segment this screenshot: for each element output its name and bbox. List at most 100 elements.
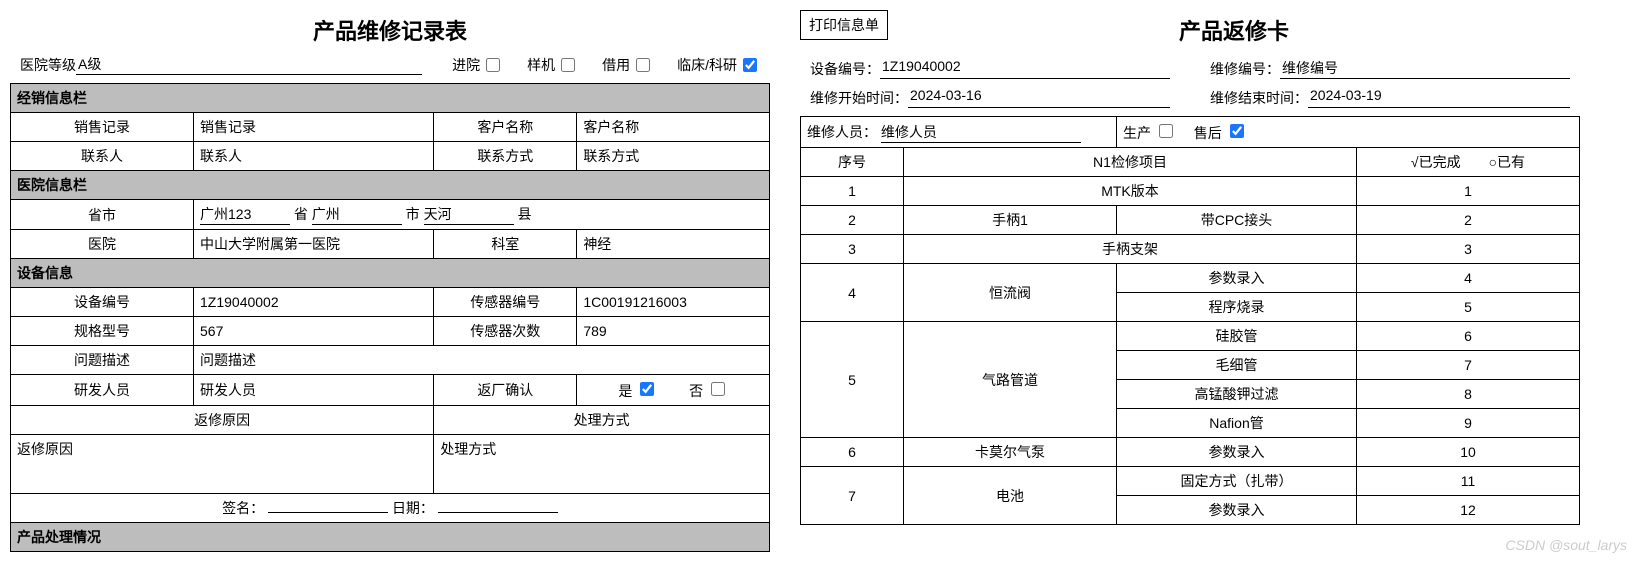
ck-clinical-label: 临床/科研 bbox=[677, 55, 737, 75]
hospital-level-label: 医院等级 bbox=[20, 55, 76, 75]
ck-yes[interactable] bbox=[640, 382, 654, 396]
lbl-contact-way: 联系方式 bbox=[434, 142, 577, 171]
lbl-problem: 问题描述 bbox=[11, 346, 194, 375]
val-region: 广州123 省 广州 市 天河 县 bbox=[194, 200, 770, 230]
region-prov: 广州 bbox=[312, 204, 402, 225]
ck-enter-label: 进院 bbox=[452, 55, 480, 75]
seq-cell: 6 bbox=[801, 438, 904, 467]
seq-cell: 1 bbox=[801, 177, 904, 206]
region-city: 天河 bbox=[424, 204, 514, 225]
val-hospital: 中山大学附属第一医院 bbox=[194, 230, 434, 259]
lbl-sensor-no: 传感器编号 bbox=[434, 288, 577, 317]
right-title: 产品返修卡 bbox=[888, 14, 1580, 46]
val-contact-way: 联系方式 bbox=[577, 142, 770, 171]
ck-proto-label: 样机 bbox=[527, 55, 555, 75]
item-cell: 固定方式（扎带） bbox=[1117, 467, 1357, 496]
status-cell: 11 bbox=[1357, 467, 1580, 496]
lbl-customer: 客户名称 bbox=[434, 113, 577, 142]
item-cell: 程序烧录 bbox=[1117, 293, 1357, 322]
r-val-device-no: 1Z19040002 bbox=[880, 58, 1170, 79]
r-val-repair-person: 维修人员 bbox=[881, 122, 1081, 143]
sec-product-handle: 产品处理情况 bbox=[11, 523, 770, 552]
item-cell: 参数录入 bbox=[1117, 496, 1357, 525]
lbl-region: 省市 bbox=[11, 200, 194, 230]
r-lbl-device-no: 设备编号： bbox=[810, 59, 880, 79]
r-val-start: 2024-03-16 bbox=[908, 87, 1170, 108]
lbl-sensor-count: 传感器次数 bbox=[434, 317, 577, 346]
r-lbl-repair-no: 维修编号： bbox=[1210, 59, 1280, 79]
r-lbl-after: 售后 bbox=[1194, 125, 1222, 141]
region-code: 广州123 bbox=[200, 204, 290, 225]
group-cell: 电池 bbox=[904, 467, 1117, 525]
status-cell: 3 bbox=[1357, 235, 1580, 264]
ck-enter[interactable] bbox=[486, 58, 500, 72]
status-cell: 9 bbox=[1357, 409, 1580, 438]
val-device-no: 1Z19040002 bbox=[194, 288, 434, 317]
lbl-department: 科室 bbox=[434, 230, 577, 259]
r-lbl-end: 维修结束时间： bbox=[1210, 88, 1308, 108]
r-lbl-produce: 生产 bbox=[1123, 125, 1151, 141]
left-title: 产品维修记录表 bbox=[10, 14, 770, 46]
val-sales-record: 销售记录 bbox=[194, 113, 434, 142]
group-cell: 恒流阀 bbox=[904, 264, 1117, 322]
return-confirm-option: 是 否 bbox=[577, 375, 770, 406]
val-rd: 研发人员 bbox=[194, 375, 434, 406]
item-cell: 参数录入 bbox=[1117, 438, 1357, 467]
ck-proto[interactable] bbox=[561, 58, 575, 72]
sec-dealer: 经销信息栏 bbox=[11, 84, 770, 113]
table-row: 3手柄支架3 bbox=[801, 235, 1580, 264]
lbl-sales-record: 销售记录 bbox=[11, 113, 194, 142]
item-cell: 高锰酸钾过滤 bbox=[1117, 380, 1357, 409]
status-cell: 4 bbox=[1357, 264, 1580, 293]
right-table: 维修人员： 维修人员 生产 售后 序号 N1检修项目 √已完成 ○已有 1MTK… bbox=[800, 116, 1580, 525]
val-sensor-no: 1C00191216003 bbox=[577, 288, 770, 317]
item-cell: 硅胶管 bbox=[1117, 322, 1357, 351]
item-cell: 参数录入 bbox=[1117, 264, 1357, 293]
item-cell: Nafion管 bbox=[1117, 409, 1357, 438]
sign-label: 签名： bbox=[222, 500, 264, 516]
status-cell: 1 bbox=[1357, 177, 1580, 206]
status-cell: 5 bbox=[1357, 293, 1580, 322]
status-cell: 12 bbox=[1357, 496, 1580, 525]
status-cell: 2 bbox=[1357, 206, 1580, 235]
print-button[interactable]: 打印信息单 bbox=[800, 10, 888, 40]
table-row: 4恒流阀参数录入4 bbox=[801, 264, 1580, 293]
lbl-contact: 联系人 bbox=[11, 142, 194, 171]
ck-clinical[interactable] bbox=[743, 58, 757, 72]
region-prov-lbl: 省 bbox=[294, 206, 308, 222]
product-repair-record-form: 产品维修记录表 医院等级 A级 进院 样机 借用 临床/科研 经销信息栏 销售记… bbox=[10, 10, 770, 552]
ck-after[interactable] bbox=[1230, 124, 1244, 138]
status-cell: 8 bbox=[1357, 380, 1580, 409]
sec-hospital: 医院信息栏 bbox=[11, 171, 770, 200]
group-cell: MTK版本 bbox=[904, 177, 1357, 206]
hdr-status: √已完成 ○已有 bbox=[1357, 148, 1580, 177]
val-problem: 问题描述 bbox=[194, 346, 770, 375]
lbl-device-no: 设备编号 bbox=[11, 288, 194, 317]
group-cell: 手柄支架 bbox=[904, 235, 1357, 264]
item-cell: 毛细管 bbox=[1117, 351, 1357, 380]
status-cell: 6 bbox=[1357, 322, 1580, 351]
r-lbl-start: 维修开始时间： bbox=[810, 88, 908, 108]
region-county-lbl: 县 bbox=[517, 206, 531, 222]
r-type-cell: 生产 售后 bbox=[1117, 117, 1580, 148]
ck-produce[interactable] bbox=[1159, 124, 1173, 138]
ck-no[interactable] bbox=[711, 382, 725, 396]
seq-cell: 2 bbox=[801, 206, 904, 235]
yes-label: 是 bbox=[618, 383, 632, 399]
lbl-spec: 规格型号 bbox=[11, 317, 194, 346]
lbl-return-reason: 返修原因 bbox=[11, 406, 434, 435]
table-row: 5气路管道硅胶管6 bbox=[801, 322, 1580, 351]
lbl-return-confirm: 返厂确认 bbox=[434, 375, 577, 406]
val-sensor-count: 789 bbox=[577, 317, 770, 346]
ck-borrow[interactable] bbox=[636, 58, 650, 72]
date-label: 日期： bbox=[392, 500, 434, 516]
status-cell: 10 bbox=[1357, 438, 1580, 467]
left-top-options: 医院等级 A级 进院 样机 借用 临床/科研 bbox=[10, 54, 770, 75]
hdr-seq: 序号 bbox=[801, 148, 904, 177]
table-row: 6卡莫尔气泵参数录入10 bbox=[801, 438, 1580, 467]
left-table: 经销信息栏 销售记录 销售记录 客户名称 客户名称 联系人 联系人 联系方式 联… bbox=[10, 83, 770, 552]
lbl-handle-way: 处理方式 bbox=[434, 406, 770, 435]
table-row: 7电池固定方式（扎带）11 bbox=[801, 467, 1580, 496]
seq-cell: 7 bbox=[801, 467, 904, 525]
val-return-reason: 返修原因 bbox=[11, 435, 434, 494]
